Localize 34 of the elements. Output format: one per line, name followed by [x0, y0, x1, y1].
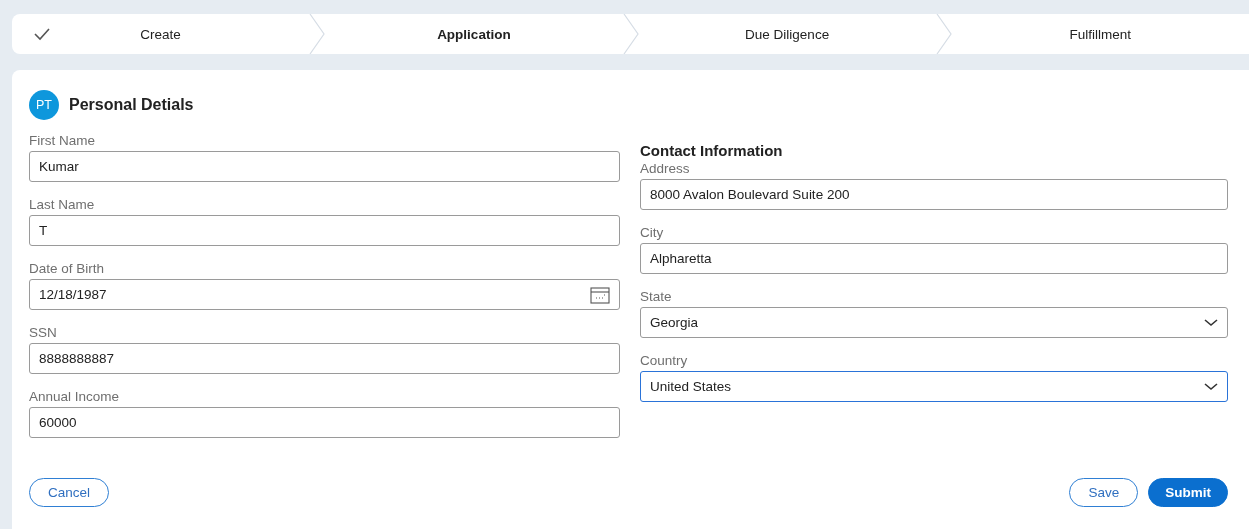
input-field[interactable]: T	[29, 215, 620, 246]
action-button[interactable]: Cancel	[29, 478, 110, 507]
step-label: Due Diligence	[745, 26, 830, 42]
field-label: State	[640, 288, 673, 305]
field-label: SSN	[29, 324, 58, 341]
field-label: Address	[640, 160, 691, 177]
step-label: Create	[140, 26, 181, 42]
chevron-down-icon[interactable]	[1204, 382, 1218, 391]
input-field[interactable]: Kumar	[29, 151, 620, 182]
field-label: Date of Birth	[29, 260, 106, 277]
chevron-down-icon[interactable]	[1204, 318, 1218, 327]
step-divider	[622, 14, 639, 54]
avatar-badge: PT	[29, 90, 59, 120]
field-label: Annual Income	[29, 388, 121, 405]
section-title: Personal Detials	[69, 96, 194, 114]
calendar-icon[interactable]	[590, 285, 610, 304]
action-button[interactable]: Save	[1069, 478, 1139, 507]
step-label: Application	[437, 26, 511, 42]
field-label: Last Name	[29, 196, 96, 213]
step-label: Fulfillment	[1069, 26, 1132, 42]
dropdown-field[interactable]: Georgia	[640, 307, 1228, 338]
step-divider	[309, 14, 326, 54]
input-field[interactable]: 60000	[29, 407, 620, 438]
dropdown-field[interactable]: United States	[640, 371, 1228, 402]
date-field[interactable]: 12/18/1987	[29, 279, 620, 310]
input-field[interactable]: 8888888887	[29, 343, 620, 374]
input-field[interactable]: Alpharetta	[640, 243, 1228, 274]
field-label: First Name	[29, 132, 96, 149]
field-label: Country	[640, 352, 689, 369]
step-divider	[935, 14, 952, 54]
input-field[interactable]: 8000 Avalon Boulevard Suite 200	[640, 179, 1228, 210]
section-heading: Contact Information	[640, 142, 784, 160]
submit-button[interactable]: Submit	[1148, 478, 1228, 507]
field-label: City	[640, 224, 665, 241]
